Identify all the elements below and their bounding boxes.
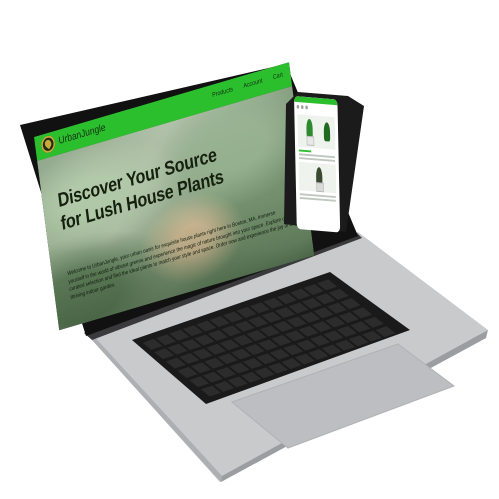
nav-account-link[interactable]: Account — [243, 78, 263, 90]
phone-accent-line — [298, 149, 312, 153]
phone-text-line — [299, 157, 335, 162]
nav-products-link[interactable]: Products — [212, 86, 234, 99]
phone-product-card[interactable] — [298, 161, 337, 194]
pot-image — [306, 135, 315, 146]
nav-cart-link[interactable]: Cart — [273, 72, 284, 81]
phone-dot-icon — [305, 105, 308, 110]
phone-dot-icon — [301, 105, 304, 110]
phone-dot-icon — [296, 104, 300, 109]
plant-image — [323, 122, 331, 142]
phone-product-card[interactable] — [297, 114, 336, 150]
mockup-stage: UrbanJungle Products Account Cart Discov… — [0, 0, 499, 499]
leaf-logo-icon — [40, 134, 57, 155]
phone-text-line — [299, 197, 336, 202]
phone-screen — [294, 96, 341, 233]
pot-image — [316, 182, 324, 193]
